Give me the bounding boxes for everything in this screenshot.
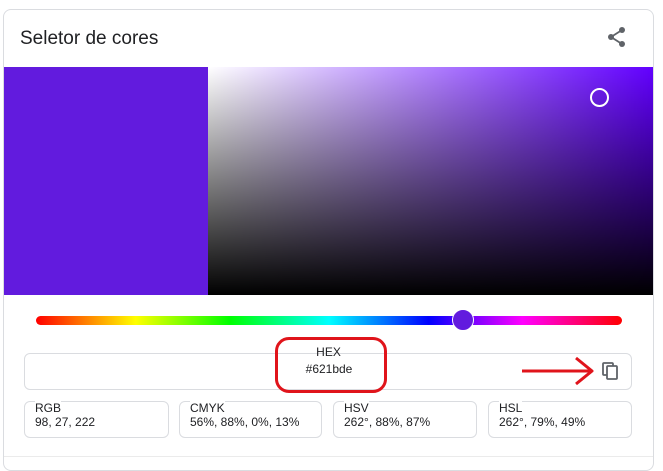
color-preview-swatch: [4, 67, 208, 295]
hue-slider[interactable]: [36, 316, 622, 325]
hsl-value[interactable]: 262°, 79%, 49%: [499, 415, 585, 429]
rgb-label: RGB: [35, 401, 62, 415]
card-title: Seletor de cores: [20, 28, 159, 49]
cmyk-field[interactable]: CMYK 56%, 88%, 0%, 13%: [179, 401, 322, 438]
hsv-field[interactable]: HSV 262°, 88%, 87%: [333, 401, 477, 438]
rgb-value[interactable]: 98, 27, 222: [35, 415, 95, 429]
hue-slider-thumb[interactable]: [452, 309, 474, 331]
saturation-value-area[interactable]: [208, 67, 653, 295]
annotation-arrow-icon: [522, 356, 594, 386]
cmyk-label: CMYK: [190, 401, 225, 415]
saturation-value-handle[interactable]: [590, 88, 609, 107]
hsl-field[interactable]: HSL 262°, 79%, 49%: [488, 401, 632, 438]
color-picker-card: Seletor de cores HEX #621bde RGB 98, 27,…: [3, 9, 654, 471]
hsv-value[interactable]: 262°, 88%, 87%: [344, 415, 430, 429]
share-icon[interactable]: [604, 24, 630, 50]
annotation-highlight-circle: [275, 337, 387, 393]
divider: [4, 456, 653, 457]
cmyk-value[interactable]: 56%, 88%, 0%, 13%: [190, 415, 299, 429]
hsl-label: HSL: [499, 401, 523, 415]
rgb-field[interactable]: RGB 98, 27, 222: [24, 401, 169, 438]
copy-icon[interactable]: [599, 359, 623, 383]
hsv-label: HSV: [344, 401, 369, 415]
